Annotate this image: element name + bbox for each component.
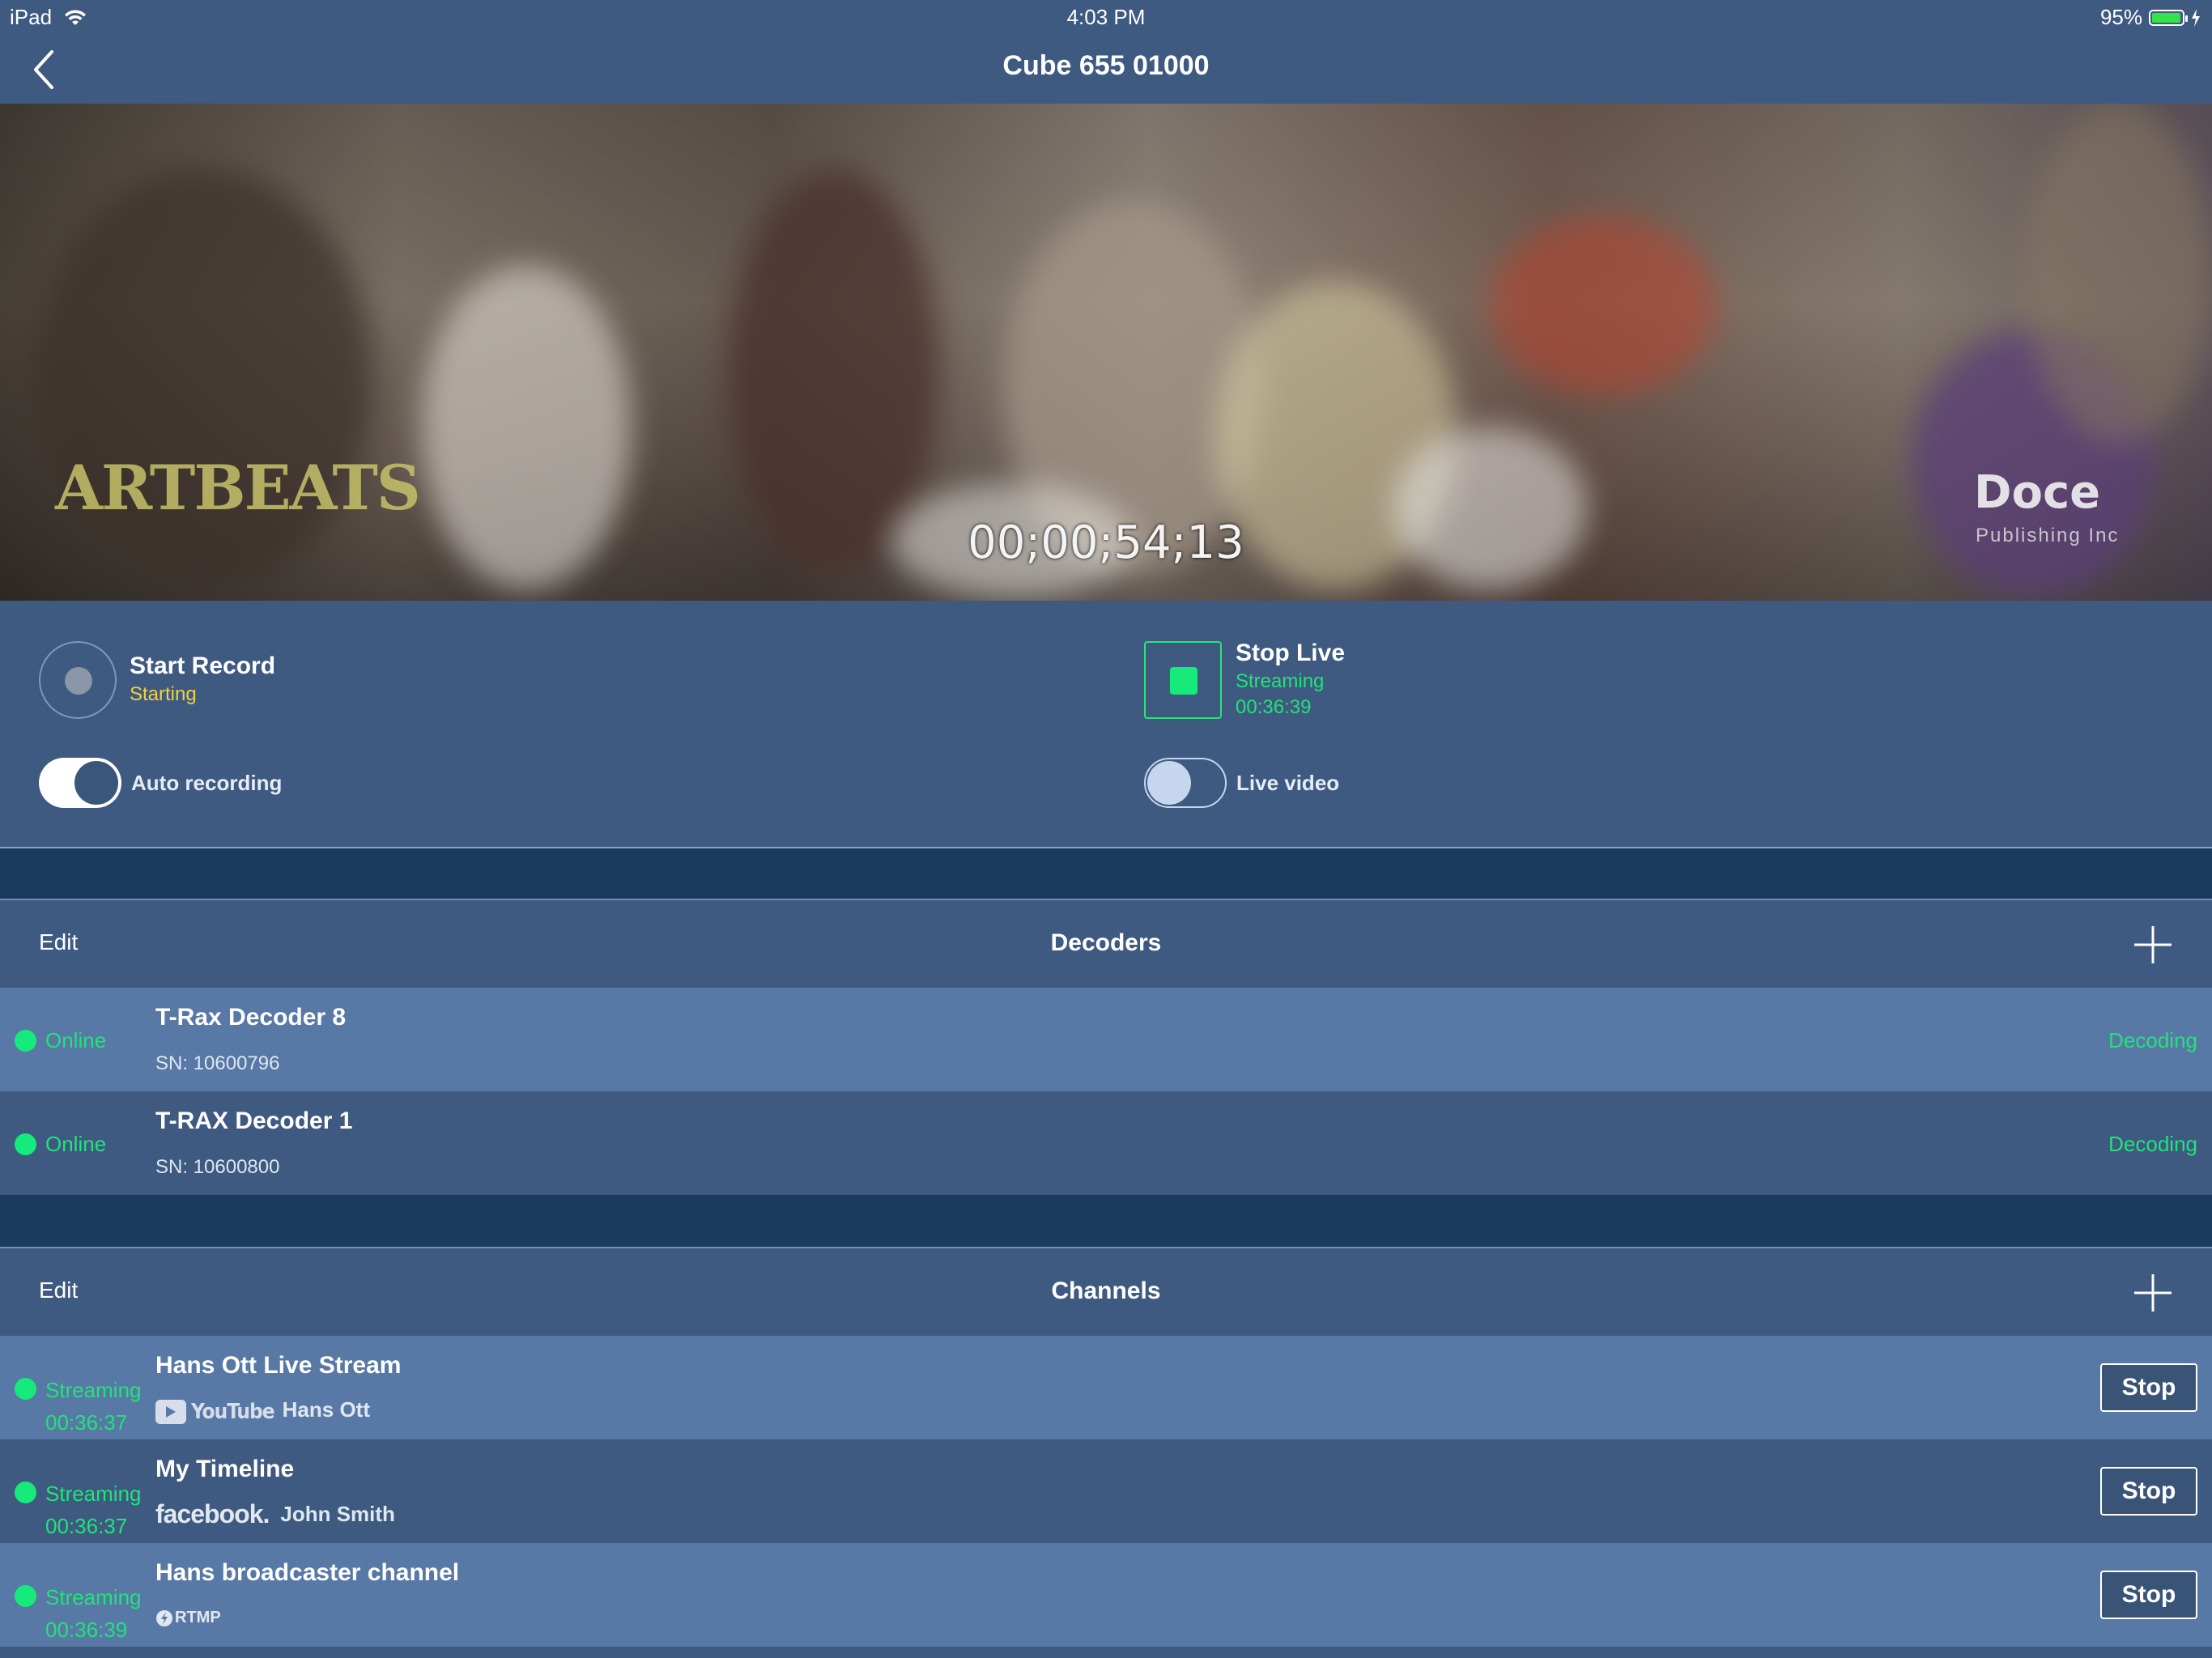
record-status: Starting [130,683,197,705]
decoder-serial: SN: 10600800 [155,1156,280,1178]
online-dot-icon [15,1030,36,1052]
channel-status: Streaming [45,1585,142,1609]
youtube-play-icon [155,1399,186,1424]
decoder-row[interactable]: Online T-Rax Decoder 8 SN: 10600796 Deco… [0,988,2212,1091]
stop-channel-button[interactable]: Stop [2100,1571,2197,1619]
stop-channel-button[interactable]: Stop [2100,1363,2197,1412]
decoder-row[interactable]: Online T-RAX Decoder 1 SN: 10600800 Deco… [0,1091,2212,1195]
decoder-serial: SN: 10600796 [155,1052,280,1074]
record-button[interactable] [39,641,117,719]
decoder-name: T-Rax Decoder 8 [155,1004,347,1031]
navigation-bar: Cube 655 01000 [0,36,2212,104]
live-video-label: Live video [1236,771,1340,795]
decoder-status: Online [45,1028,107,1052]
status-right: 95% [2100,5,2201,30]
decoder-status: Online [45,1132,107,1156]
channel-status: Streaming [45,1482,142,1506]
decoder-state: Decoding [2108,1028,2197,1052]
online-dot-icon [15,1133,36,1155]
video-watermark-left: ARTBEATS [55,452,421,524]
channel-platform: YouTube Hans Ott [155,1397,370,1424]
battery-icon [2149,9,2188,26]
video-timecode: 00;00;54;13 [968,517,1244,569]
auto-recording-toggle[interactable] [39,758,121,808]
channel-duration: 00:36:37 [45,1410,128,1435]
stream-controls: Start Record Starting Stop Live Streamin… [0,601,2212,848]
record-label: Start Record [130,653,276,679]
decoder-state: Decoding [2108,1132,2197,1156]
channel-duration: 00:36:39 [45,1618,128,1642]
channel-row[interactable]: Streaming 00:36:39 Hans broadcaster chan… [0,1543,2212,1647]
rtmp-label: RTMP [175,1609,221,1627]
video-watermark-right: Doce [1974,466,2101,519]
channels-title: Channels [1051,1278,1161,1304]
youtube-logo: YouTube [191,1399,275,1424]
channel-duration: 00:36:37 [45,1514,128,1538]
stop-channel-button[interactable]: Stop [2100,1467,2197,1516]
channel-row[interactable]: Streaming 00:36:37 My Timeline facebook.… [0,1439,2212,1543]
live-duration: 00:36:39 [1236,696,1312,718]
channel-row[interactable]: Streaming 00:36:37 Hans Ott Live Stream … [0,1336,2212,1439]
channel-account: John Smith [280,1502,395,1526]
status-bar: iPad 4:03 PM 95% [0,0,2212,36]
channel-platform: RTMP [155,1606,221,1629]
rtmp-icon [156,1609,172,1626]
channel-name: My Timeline [155,1456,295,1482]
decoder-name: T-RAX Decoder 1 [155,1107,353,1134]
channels-header: Edit Channels [0,1247,2212,1336]
charging-icon [2192,8,2200,27]
video-preview[interactable]: ARTBEATS Doce Publishing Inc 00;00;54;13 [0,104,2212,601]
stop-live-button[interactable] [1144,641,1222,719]
auto-recording-label: Auto recording [131,771,283,795]
live-video-toggle[interactable] [1144,758,1227,808]
battery-percent: 95% [2099,5,2142,29]
decoders-title: Decoders [1050,929,1162,956]
channel-name: Hans broadcaster channel [155,1559,460,1586]
add-decoder-plus-icon[interactable] [2133,925,2173,965]
streaming-dot-icon [15,1482,36,1503]
channel-platform: facebook. John Smith [155,1499,395,1529]
section-separator [0,1195,2212,1247]
live-status: Streaming [1236,670,1325,692]
live-label: Stop Live [1236,640,1346,666]
record-dot-icon [65,667,92,695]
streaming-dot-icon [15,1585,36,1607]
channel-status: Streaming [45,1378,142,1402]
add-channel-plus-icon[interactable] [2133,1273,2173,1313]
streaming-dot-icon [15,1378,36,1400]
decoders-header: Edit Decoders [0,899,2212,988]
channel-account: Hans Ott [282,1397,370,1422]
section-separator [0,848,2212,900]
status-time: 4:03 PM [1066,5,1146,29]
channel-name: Hans Ott Live Stream [155,1352,402,1379]
stop-square-icon [1170,667,1197,695]
page-title: Cube 655 01000 [1002,50,1210,81]
facebook-logo: facebook. [155,1499,270,1528]
